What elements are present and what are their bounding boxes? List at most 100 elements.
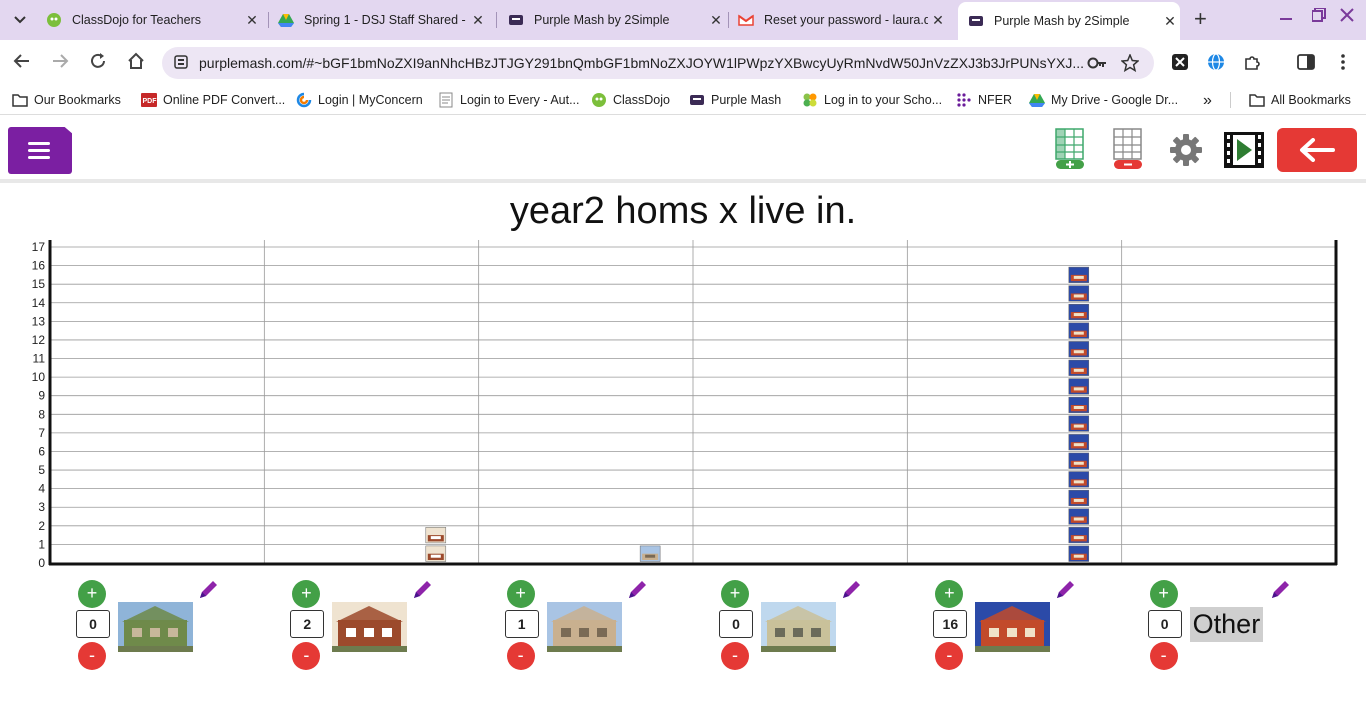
edit-pencil-icon[interactable] xyxy=(410,578,434,602)
tab-title: Purple Mash by 2Simple xyxy=(994,14,1130,28)
more-menu-icon[interactable] xyxy=(1334,53,1352,71)
back-button-red[interactable] xyxy=(1277,128,1357,172)
count-field[interactable]: 0 xyxy=(719,610,753,638)
more-bookmarks-chevron-icon[interactable]: » xyxy=(1203,92,1212,110)
tab-search-dropdown[interactable] xyxy=(6,10,34,30)
chart-title[interactable]: year2 homs x live in. xyxy=(0,190,1366,233)
close-tab-icon[interactable]: ✕ xyxy=(1160,13,1180,30)
edit-pencil-icon[interactable] xyxy=(1053,578,1077,602)
play-video-icon[interactable] xyxy=(1223,131,1265,169)
tab-title: Spring 1 - DSJ Staff Shared - C xyxy=(304,13,468,27)
tab-separator xyxy=(268,12,269,28)
y-tick-label: 4 xyxy=(38,482,45,496)
tab-title: Purple Mash by 2Simple xyxy=(534,13,670,27)
increment-button[interactable]: + xyxy=(292,580,321,608)
forward-button[interactable] xyxy=(49,52,71,75)
tab-title: Reset your password - laura.d xyxy=(764,13,928,27)
pictogram-unit xyxy=(1068,266,1090,283)
side-panel-icon[interactable] xyxy=(1297,53,1315,71)
extensions-puzzle-icon[interactable] xyxy=(1243,53,1261,71)
minimize-window-icon[interactable] xyxy=(1280,8,1292,27)
settings-gear-icon[interactable] xyxy=(1169,133,1203,167)
purple-mash-icon xyxy=(690,95,704,105)
close-tab-icon[interactable]: ✕ xyxy=(468,12,488,29)
increment-button[interactable]: + xyxy=(1149,580,1178,608)
site-info-icon[interactable] xyxy=(174,55,188,69)
all-bookmarks-button[interactable]: All Bookmarks xyxy=(1230,92,1351,108)
category-photo-street-photo[interactable] xyxy=(118,602,193,652)
pictogram-unit xyxy=(1068,304,1090,321)
edit-pencil-icon[interactable] xyxy=(196,578,220,602)
edit-pencil-icon[interactable] xyxy=(1268,578,1292,602)
bookmark-item[interactable]: My Drive - Google Dr... xyxy=(1029,92,1178,108)
extension-puzzle-dark-icon[interactable] xyxy=(1171,53,1189,71)
category-photo-terraced-house-photo[interactable] xyxy=(975,602,1051,652)
tab-2[interactable]: Purple Mash by 2Simple ✕ xyxy=(508,6,726,34)
restore-window-icon[interactable] xyxy=(1311,7,1326,27)
classdojo-icon xyxy=(592,93,606,107)
url-text[interactable]: purplemash.com/#~bGF1bmNoZXI9anNhcHBzJTJ… xyxy=(199,55,1084,71)
count-field[interactable]: 1 xyxy=(504,610,539,638)
increment-button[interactable]: + xyxy=(721,580,749,608)
bookmark-item[interactable]: Log in to your Scho... xyxy=(802,92,942,108)
tab-0[interactable]: ClassDojo for Teachers ✕ xyxy=(46,6,262,34)
decrement-button[interactable]: - xyxy=(935,642,964,670)
increment-button[interactable]: + xyxy=(506,580,535,608)
bookmark-item[interactable]: Login | MyConcern xyxy=(296,92,423,108)
bookmark-item[interactable]: ClassDojo xyxy=(591,92,670,108)
decrement-button[interactable]: - xyxy=(1149,642,1178,670)
pictogram-unit xyxy=(1068,396,1090,414)
password-key-icon[interactable] xyxy=(1087,55,1107,71)
classdojo-icon xyxy=(47,13,61,27)
bookmark-label: Login | MyConcern xyxy=(318,93,423,107)
bookmark-item[interactable]: PDF Online PDF Convert... xyxy=(141,92,285,108)
remove-column-icon[interactable] xyxy=(1113,128,1145,170)
bookmark-item[interactable]: NFER xyxy=(956,92,1012,108)
edit-pencil-icon[interactable] xyxy=(625,578,649,602)
add-column-icon[interactable] xyxy=(1055,128,1087,170)
tab-1[interactable]: Spring 1 - DSJ Staff Shared - C ✕ xyxy=(278,6,488,34)
decrement-button[interactable]: - xyxy=(506,642,535,670)
bookmark-item[interactable]: Purple Mash xyxy=(689,92,781,108)
decrement-button[interactable]: - xyxy=(292,642,321,670)
close-tab-icon[interactable]: ✕ xyxy=(928,12,948,29)
decrement-button[interactable]: - xyxy=(78,642,106,670)
tab-4-active[interactable]: Purple Mash by 2Simple ✕ xyxy=(958,2,1180,40)
bookmark-star-icon[interactable] xyxy=(1121,54,1139,72)
pictogram-unit xyxy=(1068,508,1090,525)
close-tab-icon[interactable]: ✕ xyxy=(706,12,726,29)
category-photo-semi-detached-house-photo[interactable] xyxy=(761,602,836,652)
decrement-button[interactable]: - xyxy=(721,642,749,670)
folder-icon xyxy=(1249,94,1265,107)
category-control-0: +0 - xyxy=(76,580,276,670)
close-window-icon[interactable] xyxy=(1340,8,1354,27)
increment-button[interactable]: + xyxy=(935,580,964,608)
category-photo-detached-house-photo[interactable] xyxy=(332,602,408,652)
category-photo-tower-block-photo[interactable] xyxy=(546,602,622,652)
hamburger-menu-button[interactable] xyxy=(8,123,74,174)
bookmark-item[interactable]: Our Bookmarks xyxy=(12,92,121,108)
back-button[interactable] xyxy=(11,52,33,75)
close-tab-icon[interactable]: ✕ xyxy=(242,12,262,29)
category-label-other[interactable]: Other xyxy=(1189,607,1264,642)
new-tab-button[interactable]: + xyxy=(1194,6,1207,32)
increment-button[interactable]: + xyxy=(78,580,106,608)
bookmark-label: NFER xyxy=(978,93,1013,107)
tab-3[interactable]: Reset your password - laura.d ✕ xyxy=(738,6,948,34)
document-icon xyxy=(439,92,453,108)
purple-mash-icon xyxy=(509,15,523,25)
translate-globe-icon[interactable] xyxy=(1207,53,1225,71)
address-bar[interactable]: purplemash.com/#~bGF1bmNoZXI9anNhcHBzJTJ… xyxy=(162,47,1154,79)
home-button[interactable] xyxy=(125,52,147,75)
reload-button[interactable] xyxy=(87,52,109,75)
bookmark-item[interactable]: Login to Every - Aut... xyxy=(438,92,580,108)
nfer-icon xyxy=(957,93,971,107)
count-field[interactable]: 2 xyxy=(290,610,325,638)
y-tick-label: 14 xyxy=(32,296,46,310)
count-field[interactable]: 0 xyxy=(1147,610,1182,638)
count-field[interactable]: 16 xyxy=(933,610,968,638)
svg-text:PDF: PDF xyxy=(143,98,158,105)
count-field[interactable]: 0 xyxy=(76,610,110,638)
edit-pencil-icon[interactable] xyxy=(839,578,863,602)
category-control-3: +0 - xyxy=(719,580,919,670)
